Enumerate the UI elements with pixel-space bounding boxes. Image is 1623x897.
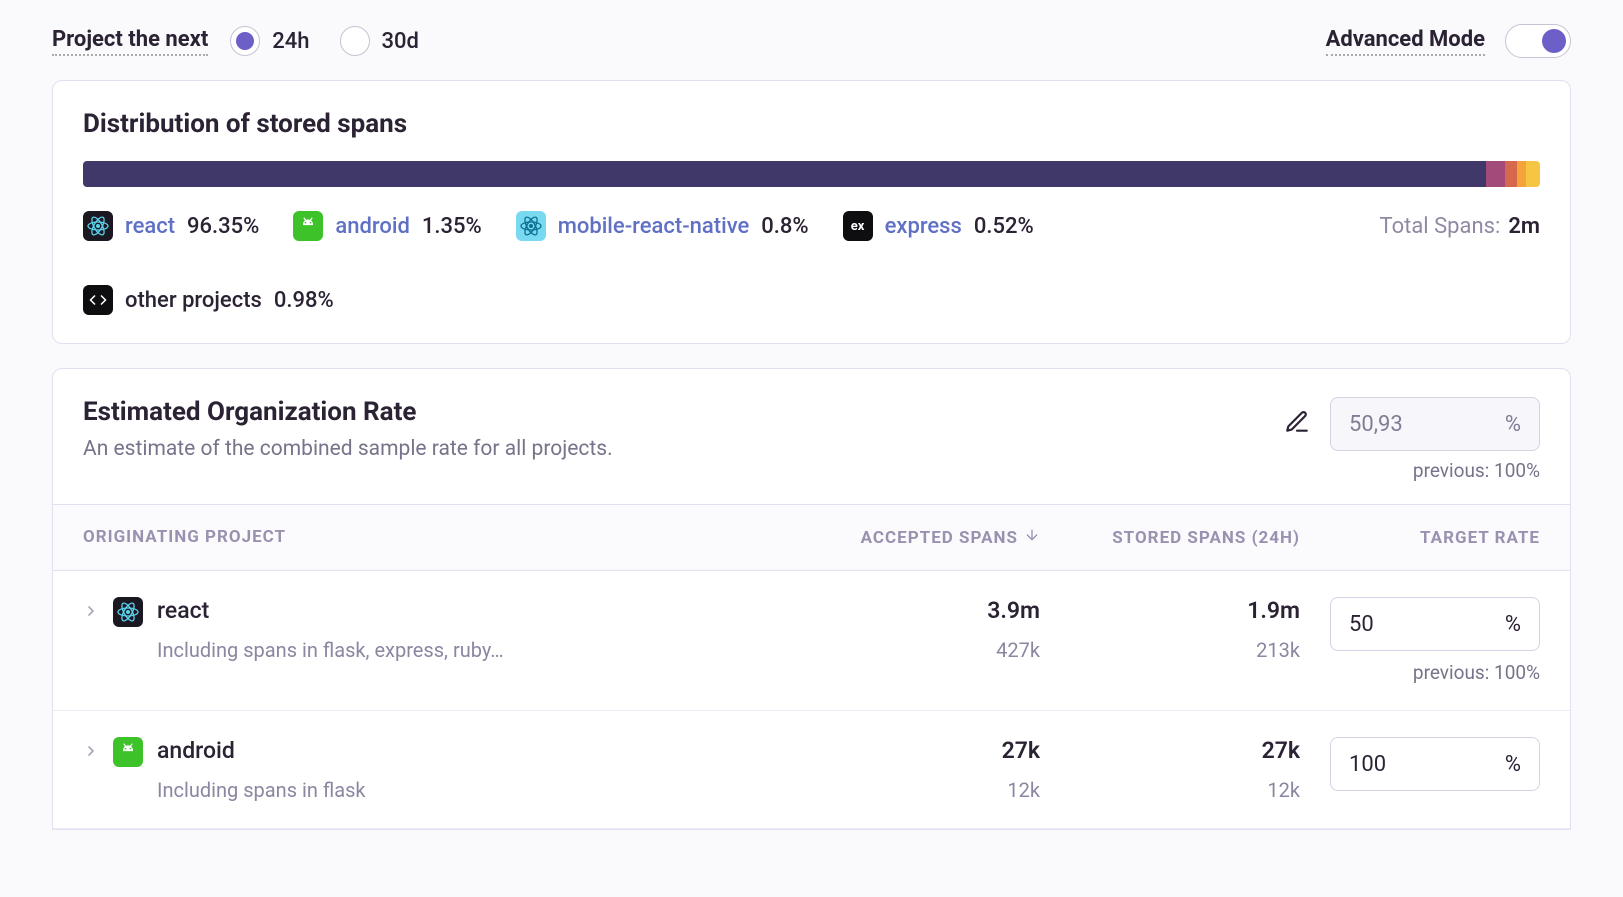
express-icon: ex	[843, 211, 873, 241]
time-range-group: 24h 30d	[230, 26, 419, 56]
accepted-cell: 27k 12k	[780, 737, 1040, 802]
legend-name: express	[885, 214, 962, 239]
legend-pct: 96.35%	[187, 214, 259, 239]
table-row: react Including spans in flask, express, …	[53, 571, 1570, 711]
percent-symbol: %	[1505, 752, 1521, 777]
other-projects-icon	[83, 285, 113, 315]
project-subtext: Including spans in flask, express, ruby…	[157, 638, 504, 662]
legend-pct: 0.8%	[761, 214, 808, 239]
legend-item[interactable]: ex express 0.52%	[843, 211, 1034, 241]
projection-controls: Project the next 24h 30d	[52, 26, 419, 56]
accepted-value: 3.9m	[780, 597, 1040, 624]
distribution-segment	[83, 161, 1486, 187]
projects-table-body: react Including spans in flask, express, …	[53, 571, 1570, 829]
target-rate-input[interactable]: 100%	[1330, 737, 1540, 791]
target-rate-input[interactable]: 50%	[1330, 597, 1540, 651]
project-name[interactable]: android	[157, 737, 366, 764]
org-rate-previous: previous: 100%	[1413, 459, 1540, 482]
advanced-mode-label: Advanced Mode	[1326, 27, 1485, 56]
legend-name: other projects	[125, 288, 262, 313]
android-icon	[293, 211, 323, 241]
project-next-label: Project the next	[52, 27, 208, 56]
org-rate-controls: 50,93 % previous: 100%	[1284, 397, 1540, 482]
legend-pct: 1.35%	[422, 214, 482, 239]
projects-table-header: ORIGINATING PROJECT ACCEPTED SPANS STORE…	[53, 504, 1570, 571]
time-range-24h[interactable]: 24h	[230, 26, 309, 56]
accepted-value: 27k	[780, 737, 1040, 764]
org-rate-text: Estimated Organization Rate An estimate …	[83, 397, 613, 461]
distribution-segment	[1517, 161, 1526, 187]
col-project: ORIGINATING PROJECT	[83, 527, 780, 548]
rate-previous: previous: 100%	[1413, 661, 1540, 684]
stored-value: 27k	[1040, 737, 1300, 764]
legend-pct: 0.52%	[974, 214, 1034, 239]
stored-sub: 12k	[1040, 778, 1300, 802]
col-stored[interactable]: STORED SPANS (24H)	[1040, 527, 1300, 548]
accepted-sub: 12k	[780, 778, 1040, 802]
stored-sub: 213k	[1040, 638, 1300, 662]
percent-symbol: %	[1505, 412, 1521, 437]
project-cell: android Including spans in flask	[83, 737, 780, 802]
org-rate-subtitle: An estimate of the combined sample rate …	[83, 437, 613, 461]
distribution-card: Distribution of stored spans react 96.35%…	[52, 80, 1571, 344]
legend-item[interactable]: react 96.35%	[83, 211, 259, 241]
accepted-sub: 427k	[780, 638, 1040, 662]
legend-name: android	[335, 214, 410, 239]
accepted-cell: 3.9m 427k	[780, 597, 1040, 662]
edit-icon[interactable]	[1284, 409, 1310, 439]
stored-cell: 27k 12k	[1040, 737, 1300, 802]
distribution-segment	[1505, 161, 1517, 187]
legend-pct: 0.98%	[274, 288, 334, 313]
target-rate-cell: 100%	[1300, 737, 1540, 791]
org-rate-control-row: 50,93 %	[1284, 397, 1540, 451]
stored-cell: 1.9m 213k	[1040, 597, 1300, 662]
project-subtext: Including spans in flask	[157, 778, 366, 802]
target-rate-cell: 50% previous: 100%	[1300, 597, 1540, 684]
time-range-24h-label: 24h	[272, 29, 309, 54]
org-rate-display: 50,93 %	[1330, 397, 1540, 451]
time-range-30d-label: 30d	[382, 29, 419, 54]
radio-icon	[340, 26, 370, 56]
total-spans-label: Total Spans:	[1380, 214, 1501, 239]
total-spans: Total Spans: 2m	[1380, 214, 1540, 239]
react-icon	[113, 597, 143, 627]
sort-down-icon	[1024, 527, 1040, 548]
distribution-title: Distribution of stored spans	[83, 109, 1540, 139]
legend-name: mobile-react-native	[558, 214, 750, 239]
legend-name: react	[125, 214, 175, 239]
advanced-mode-toggle[interactable]	[1505, 24, 1571, 58]
chevron-right-icon[interactable]	[83, 743, 99, 763]
table-row: androidIncluding spans in flask27k12k27k…	[53, 711, 1570, 829]
mobile-react-native-icon	[516, 211, 546, 241]
react-icon	[83, 211, 113, 241]
total-spans-value: 2m	[1508, 214, 1540, 239]
org-rate-value: 50,93	[1349, 412, 1403, 437]
org-rate-header: Estimated Organization Rate An estimate …	[53, 369, 1570, 504]
rate-value: 100	[1349, 752, 1386, 777]
col-accepted-label: ACCEPTED SPANS	[861, 528, 1018, 548]
legend-item[interactable]: mobile-react-native 0.8%	[516, 211, 809, 241]
legend-item: other projects 0.98%	[83, 285, 334, 315]
project-cell: react Including spans in flask, express, …	[83, 597, 780, 662]
distribution-bar	[83, 161, 1540, 187]
col-target: TARGET RATE	[1300, 527, 1540, 548]
stored-value: 1.9m	[1040, 597, 1300, 624]
org-rate-title: Estimated Organization Rate	[83, 397, 613, 427]
advanced-mode-group: Advanced Mode	[1326, 24, 1571, 58]
chevron-right-icon[interactable]	[83, 603, 99, 623]
top-bar: Project the next 24h 30d Advanced Mode	[52, 24, 1571, 58]
org-rate-card: Estimated Organization Rate An estimate …	[52, 368, 1571, 830]
distribution-segment	[1526, 161, 1540, 187]
android-icon	[113, 737, 143, 767]
distribution-segment	[1486, 161, 1506, 187]
legend-item[interactable]: android 1.35%	[293, 211, 481, 241]
rate-value: 50	[1349, 612, 1374, 637]
percent-symbol: %	[1505, 612, 1521, 637]
col-accepted[interactable]: ACCEPTED SPANS	[780, 527, 1040, 548]
project-name[interactable]: react	[157, 597, 504, 624]
time-range-30d[interactable]: 30d	[340, 26, 419, 56]
distribution-legend: react 96.35% android 1.35% mobile-react-nati…	[83, 211, 1540, 315]
radio-icon-selected	[230, 26, 260, 56]
